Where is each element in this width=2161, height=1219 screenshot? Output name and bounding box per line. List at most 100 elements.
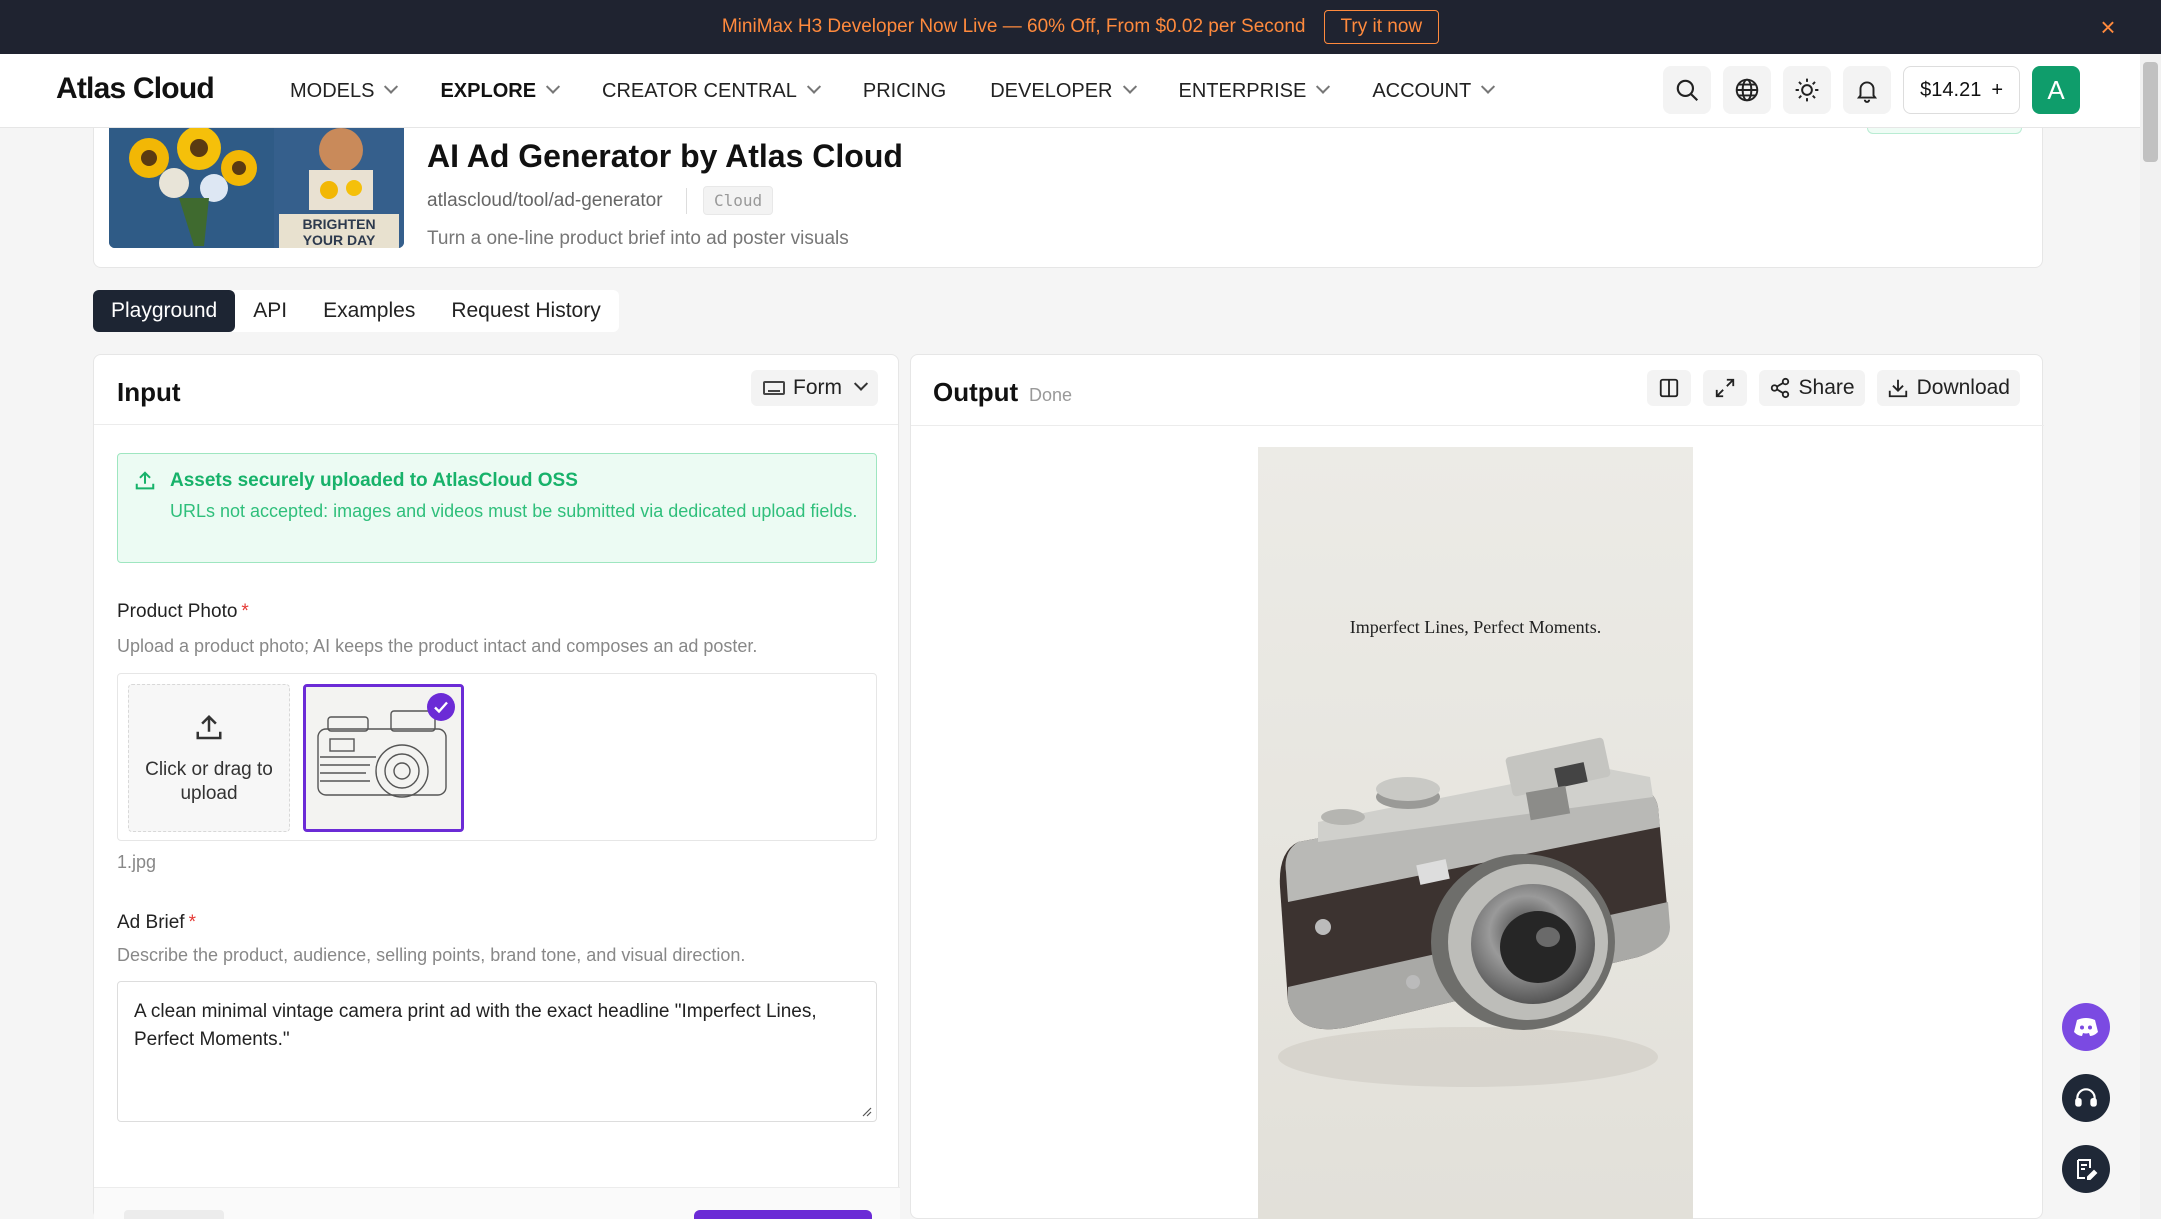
balance-button[interactable]: $14.21 +	[1903, 66, 2020, 114]
menu-label: CREATOR CENTRAL	[602, 79, 797, 102]
form-mode-dropdown[interactable]: Form	[751, 370, 878, 406]
page-scrollbar[interactable]	[2140, 54, 2161, 1219]
discord-icon	[2074, 1018, 2098, 1036]
tool-description: Turn a one-line product brief into ad po…	[427, 228, 849, 249]
tab-bar: Playground API Examples Request History	[93, 290, 619, 332]
share-label: Share	[1798, 376, 1855, 399]
uploaded-photo-thumbnail[interactable]	[303, 684, 464, 832]
plus-icon: +	[1991, 78, 2003, 101]
ad-brief-label: Ad Brief *	[117, 912, 196, 934]
menu-label: MODELS	[290, 79, 375, 102]
generated-poster-image[interactable]: Imperfect Lines, Perfect Moments.	[1258, 447, 1693, 1219]
menu-developer[interactable]: DEVELOPER	[968, 54, 1156, 128]
chevron-down-icon	[1316, 79, 1331, 94]
required-marker: *	[241, 601, 249, 622]
input-panel-header: Input Form	[94, 355, 898, 425]
chevron-down-icon	[545, 79, 561, 94]
menu-models[interactable]: MODELS	[268, 54, 418, 128]
tool-thumbnail: BRIGHTEN YOUR DAY	[109, 128, 404, 248]
form-mode-label: Form	[793, 376, 842, 399]
globe-icon	[1735, 78, 1759, 102]
sun-icon	[1795, 78, 1819, 102]
columns-icon	[1659, 378, 1678, 398]
keyboard-icon	[763, 381, 785, 395]
upload-dropzone[interactable]: Click or drag to upload	[128, 684, 290, 832]
theme-toggle-button[interactable]	[1783, 66, 1832, 114]
share-button[interactable]: Share	[1758, 370, 1865, 406]
tab-playground[interactable]: Playground	[93, 290, 236, 332]
chevron-down-icon	[853, 376, 869, 391]
tool-slug: atlascloud/tool/ad-generator	[427, 190, 663, 211]
menu-label: ACCOUNT	[1372, 79, 1472, 102]
resize-handle-icon[interactable]	[860, 1105, 872, 1117]
output-panel: Output Done Share Download Imperfect Lin…	[910, 354, 2044, 1219]
divider	[911, 425, 2044, 426]
nav-actions: $14.21 + A	[1663, 66, 2080, 114]
logo[interactable]: Atlas Cloud	[56, 72, 215, 106]
menu-enterprise[interactable]: ENTERPRISE	[1157, 54, 1351, 128]
tab-api[interactable]: API	[235, 290, 305, 332]
ad-brief-textarea[interactable]: A clean minimal vintage camera print ad …	[117, 981, 877, 1122]
upload-icon	[196, 714, 222, 740]
menu-pricing[interactable]: PRICING	[841, 54, 968, 128]
camera-photo	[1258, 447, 1693, 1219]
cloud-tag: Cloud	[703, 186, 774, 215]
tab-request-history[interactable]: Request History	[433, 290, 618, 332]
menu-label: EXPLORE	[440, 79, 537, 102]
menu-explore[interactable]: EXPLORE	[418, 54, 580, 128]
fullscreen-button[interactable]	[1702, 370, 1747, 406]
promo-text: MiniMax H3 Developer Now Live — 60% Off,…	[721, 16, 1306, 37]
ad-brief-hint: Describe the product, audience, selling …	[117, 945, 746, 965]
chevron-down-icon	[384, 79, 399, 94]
output-title: Output	[933, 377, 1019, 407]
feedback-button[interactable]	[2062, 1145, 2110, 1193]
top-navigation: Atlas Cloud MODELS EXPLORE CREATOR CENTR…	[0, 54, 2140, 128]
tab-examples[interactable]: Examples	[305, 290, 433, 332]
input-title: Input	[117, 377, 181, 407]
upload-text: Click or drag to upload	[145, 759, 273, 804]
selected-check-icon	[427, 693, 455, 721]
download-button[interactable]: Download	[1876, 370, 2020, 406]
chevron-down-icon	[1122, 79, 1137, 94]
promo-banner: MiniMax H3 Developer Now Live — 60% Off,…	[0, 0, 2161, 54]
edit-note-icon	[2077, 1159, 2098, 1180]
support-button[interactable]	[2062, 1074, 2110, 1122]
menu-account[interactable]: ACCOUNT	[1350, 54, 1515, 128]
avatar[interactable]: A	[2032, 66, 2080, 114]
bell-icon	[1857, 81, 1878, 103]
product-photo-label: Product Photo *	[117, 601, 249, 623]
output-actions: Share Download	[1646, 370, 2020, 406]
page-title: AI Ad Generator by Atlas Cloud	[427, 138, 903, 174]
product-photo-uploader: Click or drag to upload	[117, 673, 877, 841]
label-text: Ad Brief	[117, 912, 185, 933]
language-button[interactable]	[1723, 66, 1772, 114]
upload-icon	[135, 471, 155, 490]
output-status: Done	[1029, 385, 1073, 405]
discord-button[interactable]	[2062, 1003, 2110, 1051]
headset-icon	[2075, 1088, 2097, 1107]
search-button[interactable]	[1663, 66, 1712, 114]
main-menu: MODELS EXPLORE CREATOR CENTRAL PRICING D…	[268, 54, 1515, 128]
try-it-now-button[interactable]: Try it now	[1323, 10, 1440, 44]
input-panel-footer	[94, 1187, 900, 1219]
search-icon	[1676, 79, 1699, 102]
scrollbar-thumb[interactable]	[2143, 62, 2158, 162]
notice-body: URLs not accepted: images and videos mus…	[170, 501, 858, 521]
input-panel: Input Form Assets securely uploaded to A…	[93, 354, 900, 1219]
label-text: Product Photo	[117, 601, 238, 622]
menu-creator-central[interactable]: CREATOR CENTRAL	[580, 54, 841, 128]
notifications-button[interactable]	[1843, 66, 1892, 114]
run-button[interactable]	[694, 1210, 872, 1219]
upload-notice: Assets securely uploaded to AtlasCloud O…	[117, 453, 877, 563]
reset-button[interactable]	[124, 1210, 224, 1219]
divider	[686, 188, 687, 214]
menu-label: ENTERPRISE	[1178, 79, 1307, 102]
balance-amount: $14.21	[1920, 78, 1982, 101]
split-view-button[interactable]	[1646, 370, 1691, 406]
download-label: Download	[1916, 376, 2010, 399]
notice-title: Assets securely uploaded to AtlasCloud O…	[170, 470, 578, 491]
close-icon[interactable]: ×	[2095, 14, 2121, 40]
menu-label: PRICING	[862, 79, 947, 102]
required-marker: *	[188, 912, 196, 933]
chevron-down-icon	[1481, 79, 1496, 94]
